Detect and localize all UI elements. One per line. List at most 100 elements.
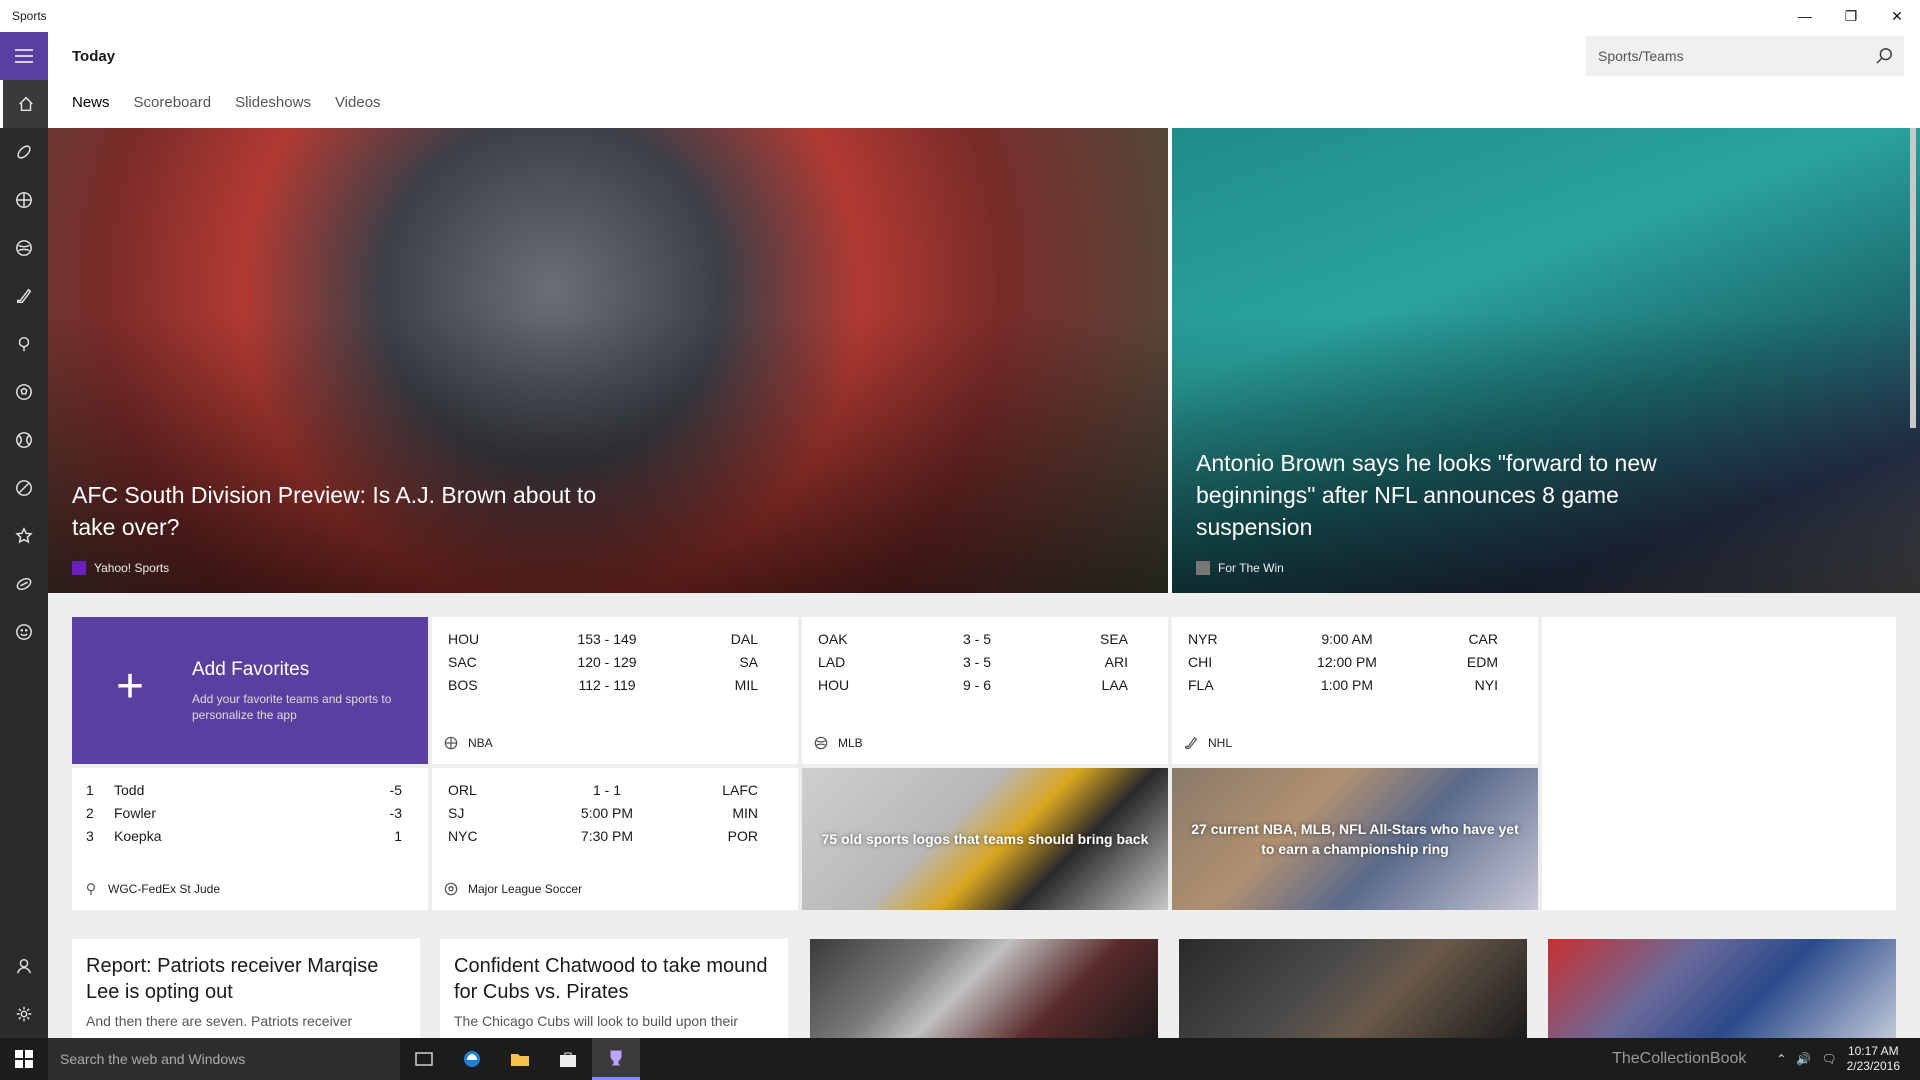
edge-icon: [464, 1051, 480, 1067]
scoreboard-nba[interactable]: HOU 153 - 149 DAL SAC 120 - 129 SA BOS 112 - …: [432, 617, 798, 764]
nav-basketball[interactable]: [0, 176, 48, 224]
article-card-1[interactable]: Report: Patriots receiver Marqise Lee is…: [72, 939, 420, 1038]
tab-scoreboard[interactable]: Scoreboard: [134, 94, 212, 111]
nav-soccer[interactable]: [0, 368, 48, 416]
golf-leaderboard-tile[interactable]: 1 Todd -5 2 Fowler -3 3 Koepka 1 WGC-FedEx St …: [72, 768, 428, 910]
page-header: Today Sports/Teams News Scoreboard Slide…: [48, 32, 1920, 128]
empty-tile: [1542, 617, 1896, 910]
basketball-photo-card[interactable]: [1548, 939, 1896, 1038]
volume-icon[interactable]: 🔊: [1796, 1052, 1811, 1066]
team-home: NYC: [448, 827, 478, 844]
add-favorites-tile[interactable]: + Add Favorites Add your favorite teams …: [72, 617, 428, 764]
basketball-icon: [444, 736, 458, 750]
windows-logo-icon: [15, 1050, 33, 1068]
tile-caption[interactable]: 27 current NBA, MLB, NFL All-Stars who h…: [1172, 819, 1538, 859]
tray-overflow-icon[interactable]: ⌃: [1776, 1052, 1786, 1066]
task-view-button[interactable]: [400, 1038, 448, 1080]
league-footer: MLB: [814, 736, 863, 750]
nav-golf[interactable]: [0, 320, 48, 368]
store-button[interactable]: [544, 1038, 592, 1080]
restore-button[interactable]: ❐: [1828, 0, 1874, 32]
article-snippet: The Chicago Cubs will look to build upon…: [454, 1013, 739, 1029]
start-button[interactable]: [0, 1038, 48, 1080]
nav-home[interactable]: [0, 80, 48, 128]
clock[interactable]: 10:17 AM 2/23/2016: [1847, 1044, 1900, 1074]
player-name: Fowler: [114, 804, 157, 821]
hero-headline[interactable]: Antonio Brown says he looks "forward to …: [1196, 447, 1716, 543]
nav-settings[interactable]: [0, 990, 48, 1038]
score: 153 - 149: [577, 630, 637, 647]
nav-football[interactable]: [0, 128, 48, 176]
nav-more-sports[interactable]: [0, 608, 48, 656]
favorites-title: Add Favorites: [192, 659, 310, 680]
taskbar-search[interactable]: Search the web and Windows: [48, 1038, 400, 1080]
for-the-win-logo-icon: [1196, 561, 1210, 575]
score-row: CHI 12:00 PM EDM: [1172, 650, 1538, 673]
article-headline[interactable]: Confident Chatwood to take mound for Cub…: [440, 939, 788, 1005]
gear-icon: [16, 1006, 32, 1022]
hamburger-menu-button[interactable]: [0, 32, 48, 80]
score-row: FLA 1:00 PM NYI: [1172, 673, 1538, 696]
tennis-icon: [16, 432, 32, 448]
search-input[interactable]: Sports/Teams: [1598, 48, 1864, 64]
trophy-icon: [610, 1050, 622, 1065]
scoreboard-mlb[interactable]: OAK 3 - 5 SEA LAD 3 - 5 ARI HOU 9 - 6 LAA MLB: [802, 617, 1168, 764]
team-away: SA: [739, 653, 758, 670]
nav-baseball[interactable]: [0, 224, 48, 272]
hero-overlay: [48, 314, 1168, 593]
article-headline[interactable]: Report: Patriots receiver Marqise Lee is…: [72, 939, 420, 1005]
score-row: SJ 5:00 PM MIN: [432, 801, 798, 824]
nav-fantasy[interactable]: [0, 512, 48, 560]
minimize-button[interactable]: —: [1782, 0, 1828, 32]
notifications-icon[interactable]: 🗨: [1821, 1052, 1836, 1066]
team-home: OAK: [818, 630, 848, 647]
nav-rugby[interactable]: [0, 560, 48, 608]
nav-hockey[interactable]: [0, 272, 48, 320]
nav-cricket[interactable]: [0, 464, 48, 512]
player-name: Koepka: [114, 827, 162, 844]
app-title: Sports: [12, 9, 47, 23]
slideshow-tile-logos[interactable]: 75 old sports logos that teams should br…: [802, 768, 1168, 910]
football-icon: [17, 145, 31, 159]
clock-time: 10:17 AM: [1847, 1044, 1899, 1058]
scoreboard-nhl[interactable]: NYR 9:00 AM CAR CHI 12:00 PM EDM FLA 1:00 PM N…: [1172, 617, 1538, 764]
article-card-2[interactable]: Confident Chatwood to take mound for Cub…: [440, 939, 788, 1038]
team-away: LAFC: [722, 781, 758, 798]
tab-slideshows[interactable]: Slideshows: [235, 94, 311, 111]
score-row: OAK 3 - 5 SEA: [802, 627, 1168, 650]
hero-article-2[interactable]: Antonio Brown says he looks "forward to …: [1172, 128, 1920, 593]
person-icon: [17, 958, 31, 974]
tab-news[interactable]: News: [72, 94, 110, 111]
team-home: NYR: [1188, 630, 1218, 647]
team-away: NYI: [1474, 676, 1498, 693]
score-row: NYC 7:30 PM POR: [432, 824, 798, 847]
league-footer: Major League Soccer: [444, 882, 582, 896]
tiles-section: + Add Favorites Add your favorite teams …: [48, 593, 1920, 1038]
search-icon[interactable]: [1864, 36, 1904, 76]
hero-headline[interactable]: AFC South Division Preview: Is A.J. Brow…: [72, 479, 632, 543]
plus-icon: +: [116, 660, 145, 713]
search-box[interactable]: Sports/Teams: [1586, 36, 1904, 76]
edge-button[interactable]: [448, 1038, 496, 1080]
close-button[interactable]: ✕: [1874, 0, 1920, 32]
score: 5:00 PM: [580, 804, 634, 821]
file-explorer-button[interactable]: [496, 1038, 544, 1080]
tab-videos[interactable]: Videos: [335, 94, 381, 111]
cricket-icon: [16, 480, 32, 496]
team-away: CAR: [1468, 630, 1498, 647]
player-score: -3: [389, 804, 402, 821]
soccer-photo-card[interactable]: [1179, 939, 1527, 1038]
leader-row: 3 Koepka 1: [72, 824, 428, 847]
slideshow-tile-all-stars[interactable]: 27 current NBA, MLB, NFL All-Stars who h…: [1172, 768, 1538, 910]
baseball-icon: [16, 240, 32, 256]
nav-tennis[interactable]: [0, 416, 48, 464]
score: 1 - 1: [592, 781, 621, 798]
nav-account[interactable]: [0, 942, 48, 990]
position: 3: [86, 827, 94, 844]
tile-caption[interactable]: 75 old sports logos that teams should br…: [802, 829, 1168, 849]
hero-article-1[interactable]: AFC South Division Preview: Is A.J. Brow…: [48, 128, 1168, 593]
vertical-scrollbar[interactable]: [1910, 128, 1916, 428]
boxing-photo-card[interactable]: [810, 939, 1158, 1038]
scoreboard-mls[interactable]: ORL 1 - 1 LAFC SJ 5:00 PM MIN NYC 7:30 PM POR …: [432, 768, 798, 910]
sports-app-button[interactable]: [592, 1038, 640, 1080]
